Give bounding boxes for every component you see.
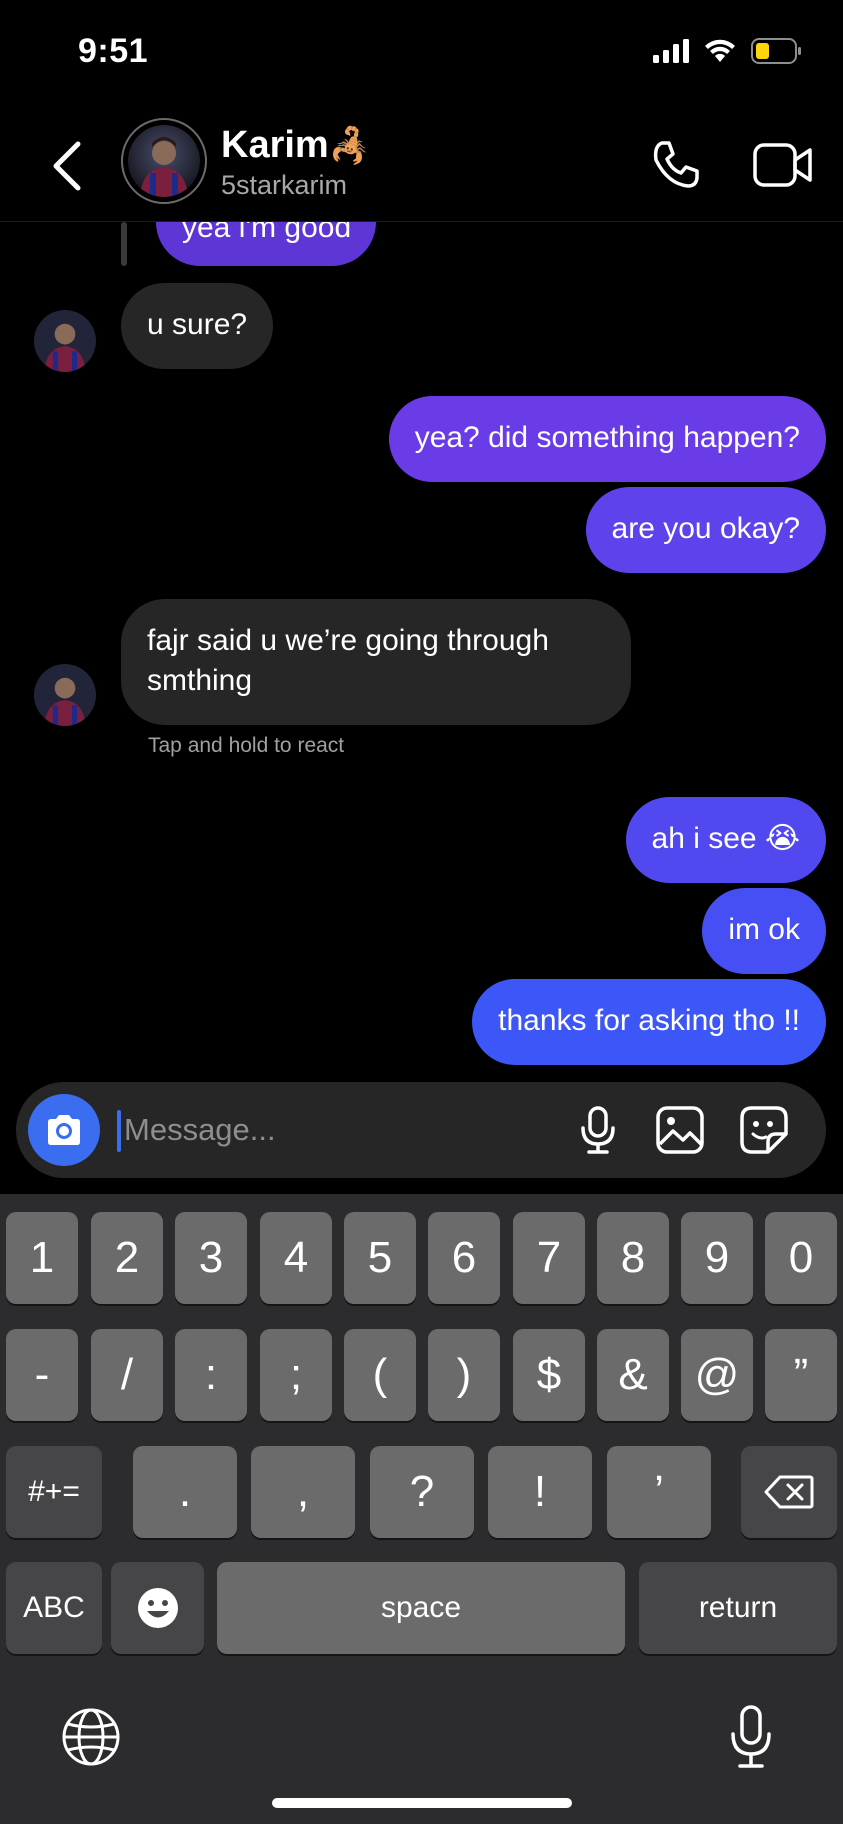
phone-icon[interactable] xyxy=(648,138,702,192)
message-composer xyxy=(16,1082,826,1178)
home-indicator[interactable] xyxy=(272,1798,572,1808)
key-close-paren[interactable]: ) xyxy=(428,1329,500,1421)
contact-username[interactable]: 5starkarim xyxy=(221,170,347,201)
message-input[interactable] xyxy=(124,1102,564,1158)
video-camera-icon[interactable] xyxy=(752,140,814,190)
message-text-line: smthing xyxy=(147,664,253,697)
key-return[interactable]: return xyxy=(639,1562,837,1654)
chat-header: Karim 🦂 5starkarim xyxy=(0,110,843,222)
key-4[interactable]: 4 xyxy=(260,1212,332,1304)
message-bubble-outgoing[interactable]: thanks for asking tho !! xyxy=(472,979,826,1065)
message-text: yea i'm good xyxy=(182,222,352,244)
key-5[interactable]: 5 xyxy=(344,1212,416,1304)
delete-backspace-icon xyxy=(764,1475,814,1509)
camera-button[interactable] xyxy=(28,1094,100,1166)
message-text: u sure? xyxy=(147,308,248,341)
key-0[interactable]: 0 xyxy=(765,1212,837,1304)
wifi-icon xyxy=(705,39,735,62)
message-bubble-incoming[interactable]: fajr said u we’re going through smthing xyxy=(121,599,631,725)
key-dollar[interactable]: $ xyxy=(513,1329,585,1421)
image-icon[interactable] xyxy=(654,1104,706,1156)
reply-indicator xyxy=(121,222,127,266)
key-semicolon[interactable]: ; xyxy=(260,1329,332,1421)
key-apostrophe[interactable]: ’ xyxy=(607,1446,711,1538)
message-text: im ok xyxy=(728,913,800,946)
key-slash[interactable]: / xyxy=(91,1329,163,1421)
key-abc[interactable]: ABC xyxy=(6,1562,102,1654)
dictation-microphone-icon[interactable] xyxy=(728,1704,774,1770)
sender-avatar[interactable] xyxy=(34,664,96,726)
key-question[interactable]: ? xyxy=(370,1446,474,1538)
key-at[interactable]: @ xyxy=(681,1329,753,1421)
key-space[interactable]: space xyxy=(217,1562,625,1654)
cellular-signal-icon xyxy=(653,39,689,63)
key-exclamation[interactable]: ! xyxy=(488,1446,592,1538)
crying-emoji: 😭 xyxy=(764,822,800,855)
battery-icon xyxy=(751,38,801,64)
microphone-icon[interactable] xyxy=(572,1104,624,1156)
message-bubble-outgoing[interactable]: yea? did something happen? xyxy=(388,396,826,482)
sticker-icon[interactable] xyxy=(738,1104,790,1156)
globe-icon[interactable] xyxy=(60,1706,122,1768)
message-text: are you okay? xyxy=(611,512,800,545)
message-bubble-outgoing[interactable]: yea i'm good xyxy=(156,222,376,266)
contact-name[interactable]: Karim 🦂 xyxy=(221,124,371,167)
key-1[interactable]: 1 xyxy=(6,1212,78,1304)
status-icons xyxy=(653,38,803,64)
message-text: yea? did something happen? xyxy=(414,421,800,454)
key-2[interactable]: 2 xyxy=(91,1212,163,1304)
message-list[interactable]: yea i'm good u sure? yea? did something … xyxy=(0,222,843,1080)
key-3[interactable]: 3 xyxy=(175,1212,247,1304)
contact-avatar[interactable] xyxy=(121,118,207,204)
message-text: thanks for asking tho !! xyxy=(498,1004,800,1037)
key-hyphen[interactable]: - xyxy=(6,1329,78,1421)
react-hint: Tap and hold to react xyxy=(148,734,345,757)
key-8[interactable]: 8 xyxy=(597,1212,669,1304)
message-bubble-outgoing[interactable]: im ok xyxy=(702,888,826,974)
sender-avatar[interactable] xyxy=(34,310,96,372)
key-open-paren[interactable]: ( xyxy=(344,1329,416,1421)
key-comma[interactable]: , xyxy=(251,1446,355,1538)
message-bubble-outgoing[interactable]: ah i see 😭 xyxy=(625,797,826,883)
camera-icon xyxy=(48,1115,80,1145)
key-period[interactable]: . xyxy=(133,1446,237,1538)
key-emoji[interactable] xyxy=(111,1562,204,1654)
key-colon[interactable]: : xyxy=(175,1329,247,1421)
text-caret xyxy=(117,1110,121,1152)
avatar-image xyxy=(128,125,200,197)
message-bubble-outgoing[interactable]: are you okay? xyxy=(585,487,826,573)
key-9[interactable]: 9 xyxy=(681,1212,753,1304)
key-more-symbols[interactable]: #+= xyxy=(6,1446,102,1538)
message-text-line: fajr said u we’re going through xyxy=(147,624,549,657)
key-delete[interactable] xyxy=(741,1446,837,1538)
message-bubble-incoming[interactable]: u sure? xyxy=(121,283,274,369)
scorpion-emoji: 🦂 xyxy=(328,126,372,165)
back-chevron-icon[interactable] xyxy=(48,140,88,192)
key-7[interactable]: 7 xyxy=(513,1212,585,1304)
key-6[interactable]: 6 xyxy=(428,1212,500,1304)
keyboard: 1 2 3 4 5 6 7 8 9 0 - / : ; ( ) $ & @ ” … xyxy=(0,1194,843,1824)
contact-name-text: Karim xyxy=(221,124,329,166)
key-quote[interactable]: ” xyxy=(765,1329,837,1421)
key-ampersand[interactable]: & xyxy=(597,1329,669,1421)
status-time: 9:51 xyxy=(78,32,149,70)
emoji-smiley-icon xyxy=(137,1588,178,1628)
message-text: ah i see xyxy=(651,822,757,855)
status-bar: 9:51 xyxy=(0,0,843,110)
